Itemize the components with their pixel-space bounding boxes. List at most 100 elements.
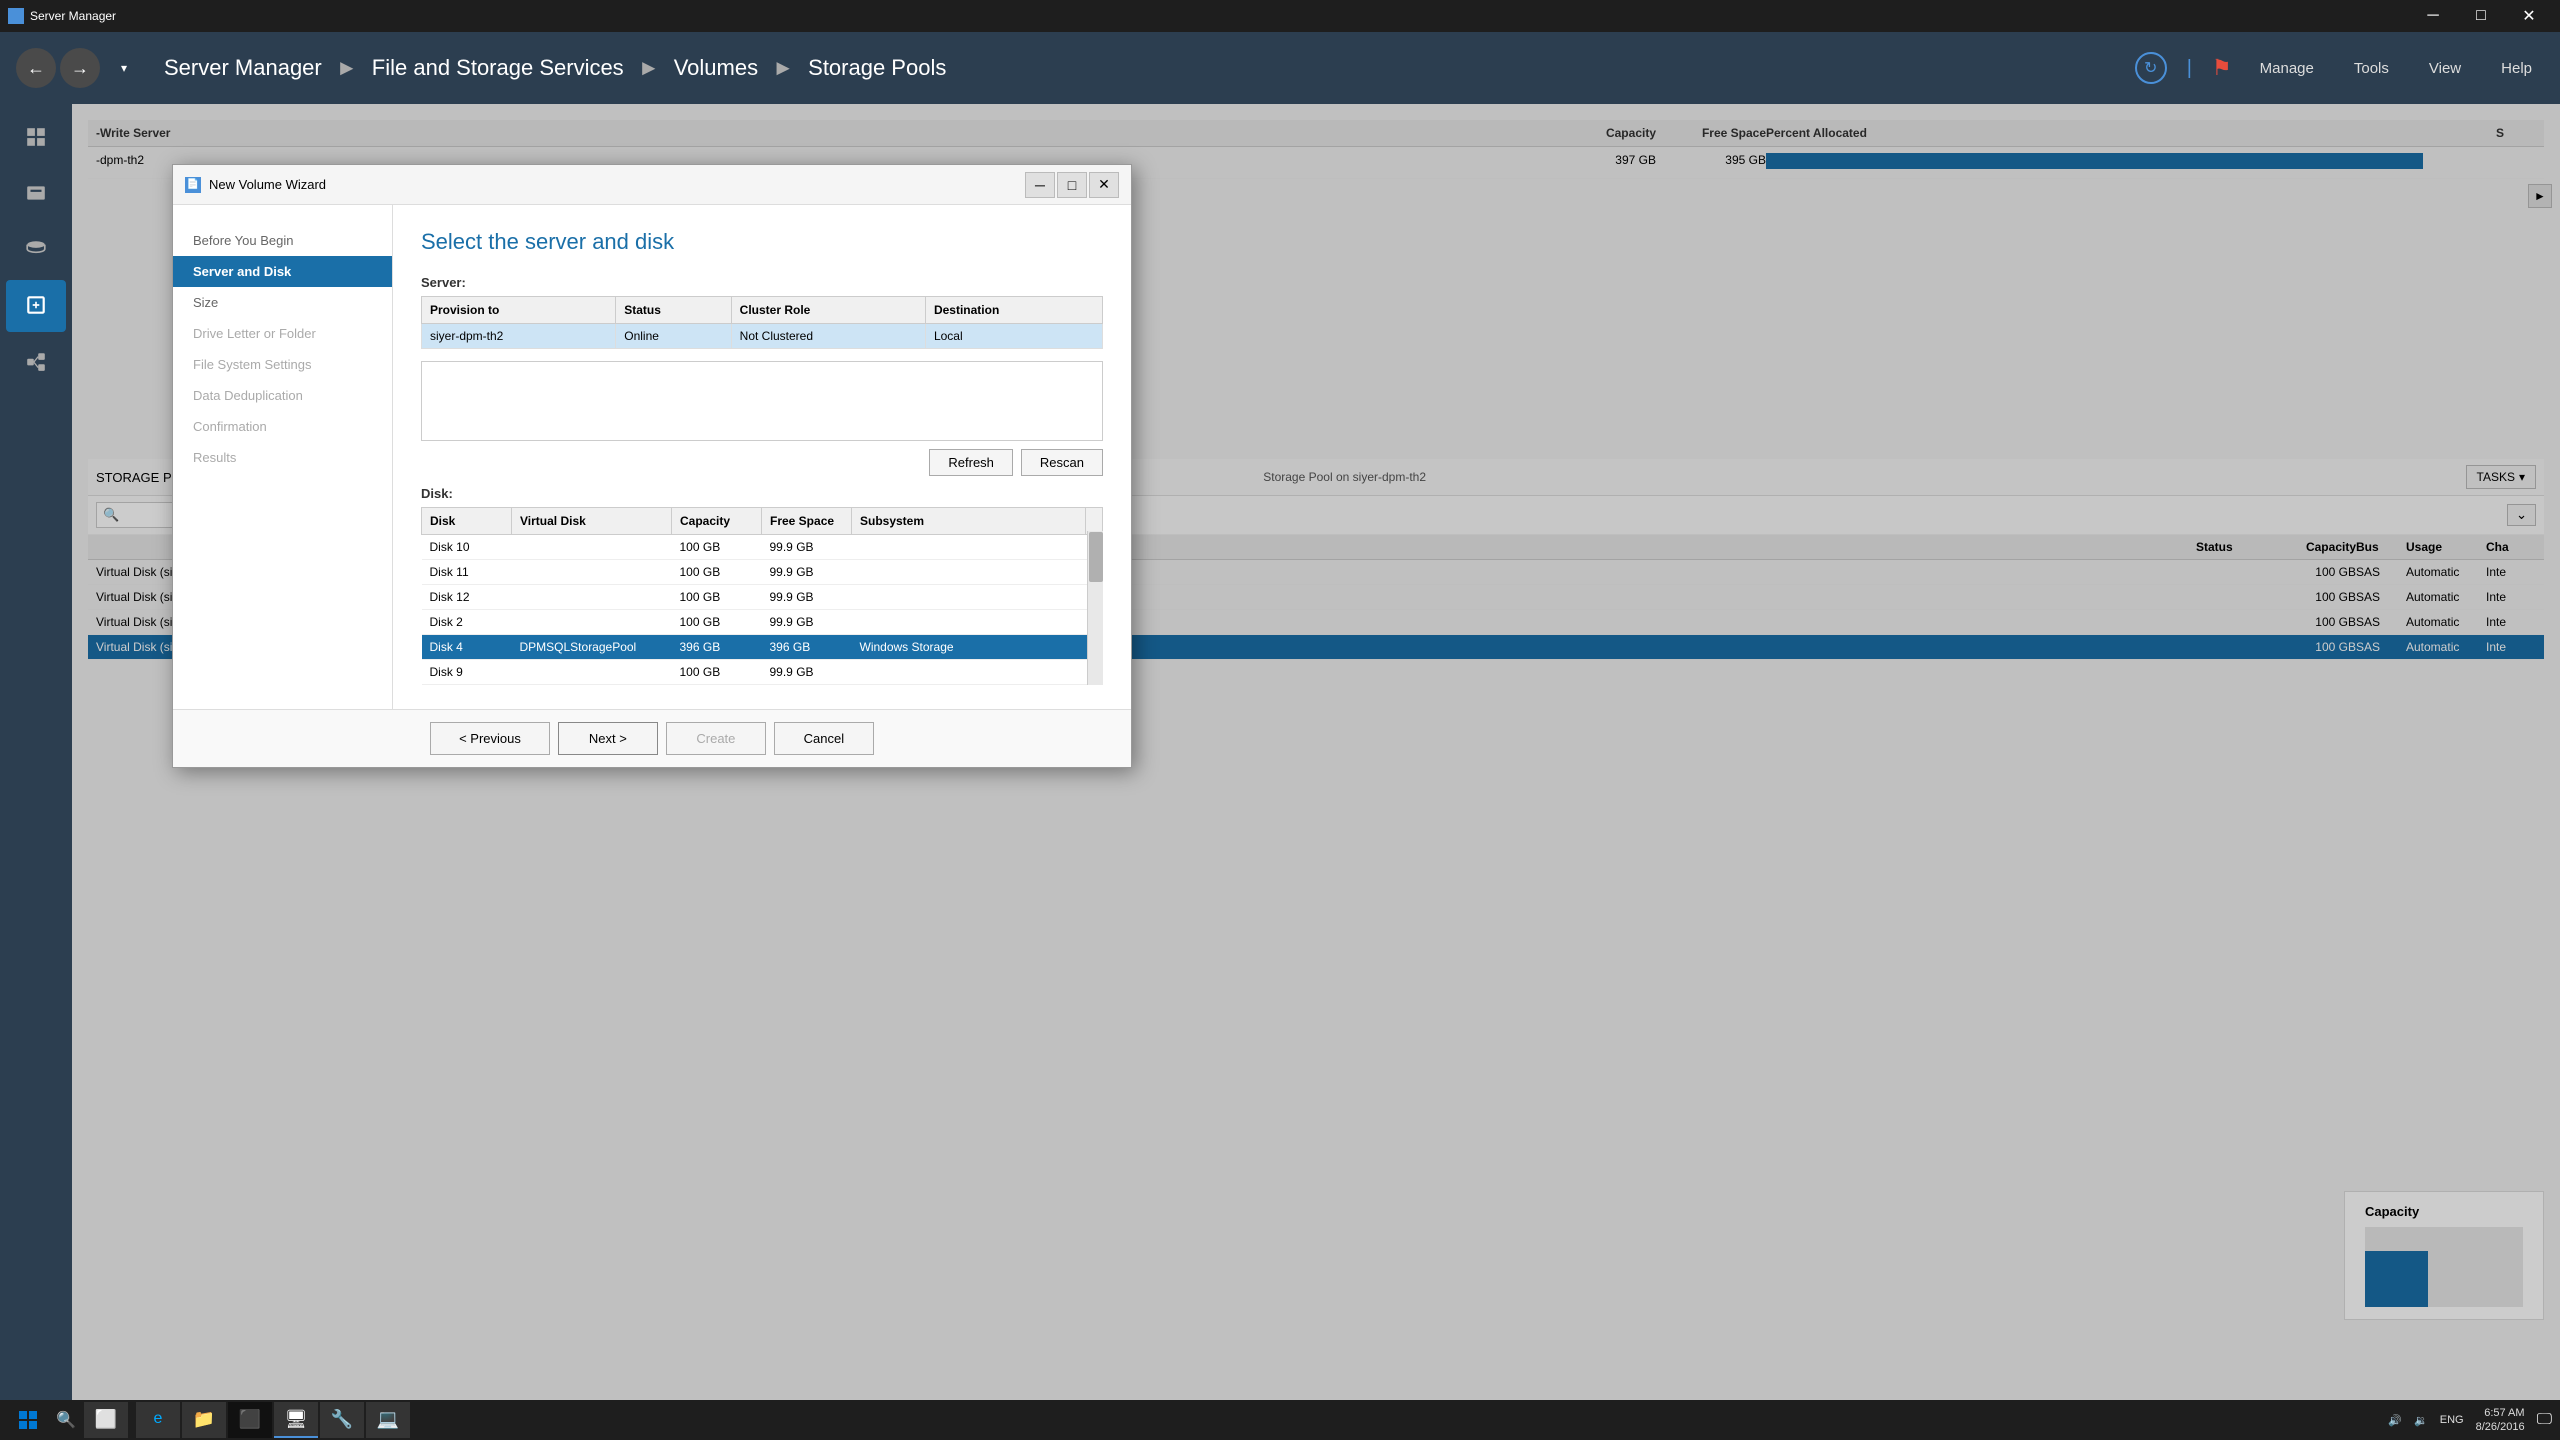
server-col-provision: Provision to [422, 297, 616, 324]
show-desktop-button[interactable]: 🖵 [2537, 1411, 2552, 1429]
create-button[interactable]: Create [666, 722, 766, 755]
table-actions: Refresh Rescan [421, 449, 1103, 476]
sidebar-item-volumes[interactable] [6, 280, 66, 332]
taskbar-sm-button[interactable]: 🖥 [274, 1402, 318, 1438]
tray-lang: ENG [2440, 1414, 2464, 1426]
sidebar-item-shares[interactable] [6, 336, 66, 388]
server-table-empty [421, 361, 1103, 441]
nav-dropdown-button[interactable]: ▾ [104, 48, 144, 88]
disk-name-2: Disk 11 [422, 560, 512, 585]
rescan-button[interactable]: Rescan [1021, 449, 1103, 476]
taskbar-ie-button[interactable]: e [136, 1402, 180, 1438]
breadcrumb-pools[interactable]: Storage Pools [808, 55, 946, 80]
breadcrumb-sep2: ► [638, 55, 660, 80]
server-bar-actions: ↻ | ⚑ Manage Tools View Help [2135, 52, 2544, 84]
sidebar-item-local[interactable] [6, 168, 66, 220]
sidebar-item-dashboard[interactable] [6, 112, 66, 164]
wizard-step-server[interactable]: Server and Disk [173, 256, 392, 287]
dialog-controls: ─ □ ✕ [1025, 172, 1119, 198]
wizard-nav: Before You Begin Server and Disk Size Dr… [173, 205, 393, 709]
dialog-maximize-button[interactable]: □ [1057, 172, 1087, 198]
wizard-content: Select the server and disk Server: Provi… [393, 205, 1131, 709]
taskbar-task-view[interactable]: ⬜ [84, 1402, 128, 1438]
disk-name-5: Disk 4 [422, 635, 512, 660]
separator-icon: | [2187, 57, 2192, 80]
disk-free-1: 99.9 GB [762, 535, 852, 560]
dialog-minimize-button[interactable]: ─ [1025, 172, 1055, 198]
dialog-close-button[interactable]: ✕ [1089, 172, 1119, 198]
flag-icon[interactable]: ⚑ [2212, 55, 2232, 81]
disk-name-3: Disk 12 [422, 585, 512, 610]
title-bar-text: Server Manager [30, 9, 116, 23]
breadcrumb-storage[interactable]: File and Storage Services [372, 55, 624, 80]
disk-col-vdisk: Virtual Disk [512, 508, 672, 535]
wizard-step-filesystem: File System Settings [173, 349, 392, 380]
manage-button[interactable]: Manage [2248, 56, 2326, 81]
start-button[interactable] [8, 1402, 48, 1438]
new-volume-wizard: 📄 New Volume Wizard ─ □ ✕ Before You Beg… [172, 164, 1132, 768]
view-button[interactable]: View [2417, 56, 2473, 81]
nav-arrows: ← → ▾ [16, 48, 144, 88]
next-button[interactable]: Next > [558, 722, 658, 755]
disk-table-container: Disk Virtual Disk Capacity Free Space Su… [421, 507, 1103, 685]
breadcrumb-volumes[interactable]: Volumes [674, 55, 758, 80]
disk-col-cap: Capacity [672, 508, 762, 535]
disk-section-label: Disk: [421, 486, 1103, 501]
taskbar-remote-button[interactable]: 💻 [366, 1402, 410, 1438]
server-status-1: Online [616, 324, 731, 349]
tray-time[interactable]: 6:57 AM 8/26/2016 [2476, 1406, 2525, 1435]
taskbar-cmd-button[interactable]: ⬛ [228, 1402, 272, 1438]
breadcrumb-root[interactable]: Server Manager [164, 55, 322, 80]
taskbar-tool-button[interactable]: 🔧 [320, 1402, 364, 1438]
wizard-step-dedup: Data Deduplication [173, 380, 392, 411]
back-button[interactable]: ← [16, 48, 56, 88]
previous-button[interactable]: < Previous [430, 722, 550, 755]
disk-sub-3 [852, 585, 1086, 610]
refresh-button[interactable]: Refresh [929, 449, 1013, 476]
close-button[interactable]: ✕ [2506, 0, 2552, 32]
disk-scrollbar[interactable] [1087, 531, 1103, 685]
wizard-step-begin[interactable]: Before You Begin [173, 225, 392, 256]
disk-row-5[interactable]: Disk 4 DPMSQLStoragePool 396 GB 396 GB W… [422, 635, 1103, 660]
taskbar-explorer-button[interactable]: 📁 [182, 1402, 226, 1438]
dialog-title: New Volume Wizard [209, 177, 326, 192]
wizard-step-size[interactable]: Size [173, 287, 392, 318]
disk-sub-6 [852, 660, 1086, 685]
sidebar [0, 104, 72, 1400]
dialog-body: Before You Begin Server and Disk Size Dr… [173, 205, 1131, 709]
refresh-icon[interactable]: ↻ [2135, 52, 2167, 84]
cancel-button[interactable]: Cancel [774, 722, 874, 755]
tools-button[interactable]: Tools [2342, 56, 2401, 81]
server-col-status: Status [616, 297, 731, 324]
sidebar-item-storage[interactable] [6, 224, 66, 276]
tray-date: 8/26/2016 [2476, 1420, 2525, 1434]
background-content: -Write Server Capacity Free Space Percen… [72, 104, 2560, 1400]
server-row-1[interactable]: siyer-dpm-th2 Online Not Clustered Local [422, 324, 1103, 349]
server-table: Provision to Status Cluster Role Destina… [421, 296, 1103, 349]
disk-vdisk-1 [512, 535, 672, 560]
disk-cap-3: 100 GB [672, 585, 762, 610]
forward-button[interactable]: → [60, 48, 100, 88]
dialog-footer: < Previous Next > Create Cancel [173, 709, 1131, 767]
disk-cap-4: 100 GB [672, 610, 762, 635]
tray-network-icon[interactable]: 🔊 [2388, 1414, 2402, 1427]
disk-row-2[interactable]: Disk 11 100 GB 99.9 GB [422, 560, 1103, 585]
taskbar-items: e 📁 ⬛ 🖥 🔧 💻 [136, 1402, 410, 1438]
wizard-step-results: Results [173, 442, 392, 473]
server-dest-1: Local [925, 324, 1102, 349]
help-button[interactable]: Help [2489, 56, 2544, 81]
disk-vdisk-2 [512, 560, 672, 585]
disk-row-6[interactable]: Disk 9 100 GB 99.9 GB [422, 660, 1103, 685]
minimize-button[interactable]: ─ [2410, 0, 2456, 32]
disk-col-subsys: Subsystem [852, 508, 1086, 535]
taskbar-search-button[interactable]: 🔍 [48, 1402, 84, 1438]
disk-row-1[interactable]: Disk 10 100 GB 99.9 GB [422, 535, 1103, 560]
disk-row-4[interactable]: Disk 2 100 GB 99.9 GB [422, 610, 1103, 635]
disk-table: Disk Virtual Disk Capacity Free Space Su… [421, 507, 1103, 685]
disk-vdisk-3 [512, 585, 672, 610]
tray-clock: 6:57 AM [2476, 1406, 2525, 1420]
disk-row-3[interactable]: Disk 12 100 GB 99.9 GB [422, 585, 1103, 610]
disk-sub-2 [852, 560, 1086, 585]
tray-volume-icon[interactable]: 🔉 [2414, 1414, 2428, 1427]
maximize-button[interactable]: □ [2458, 0, 2504, 32]
